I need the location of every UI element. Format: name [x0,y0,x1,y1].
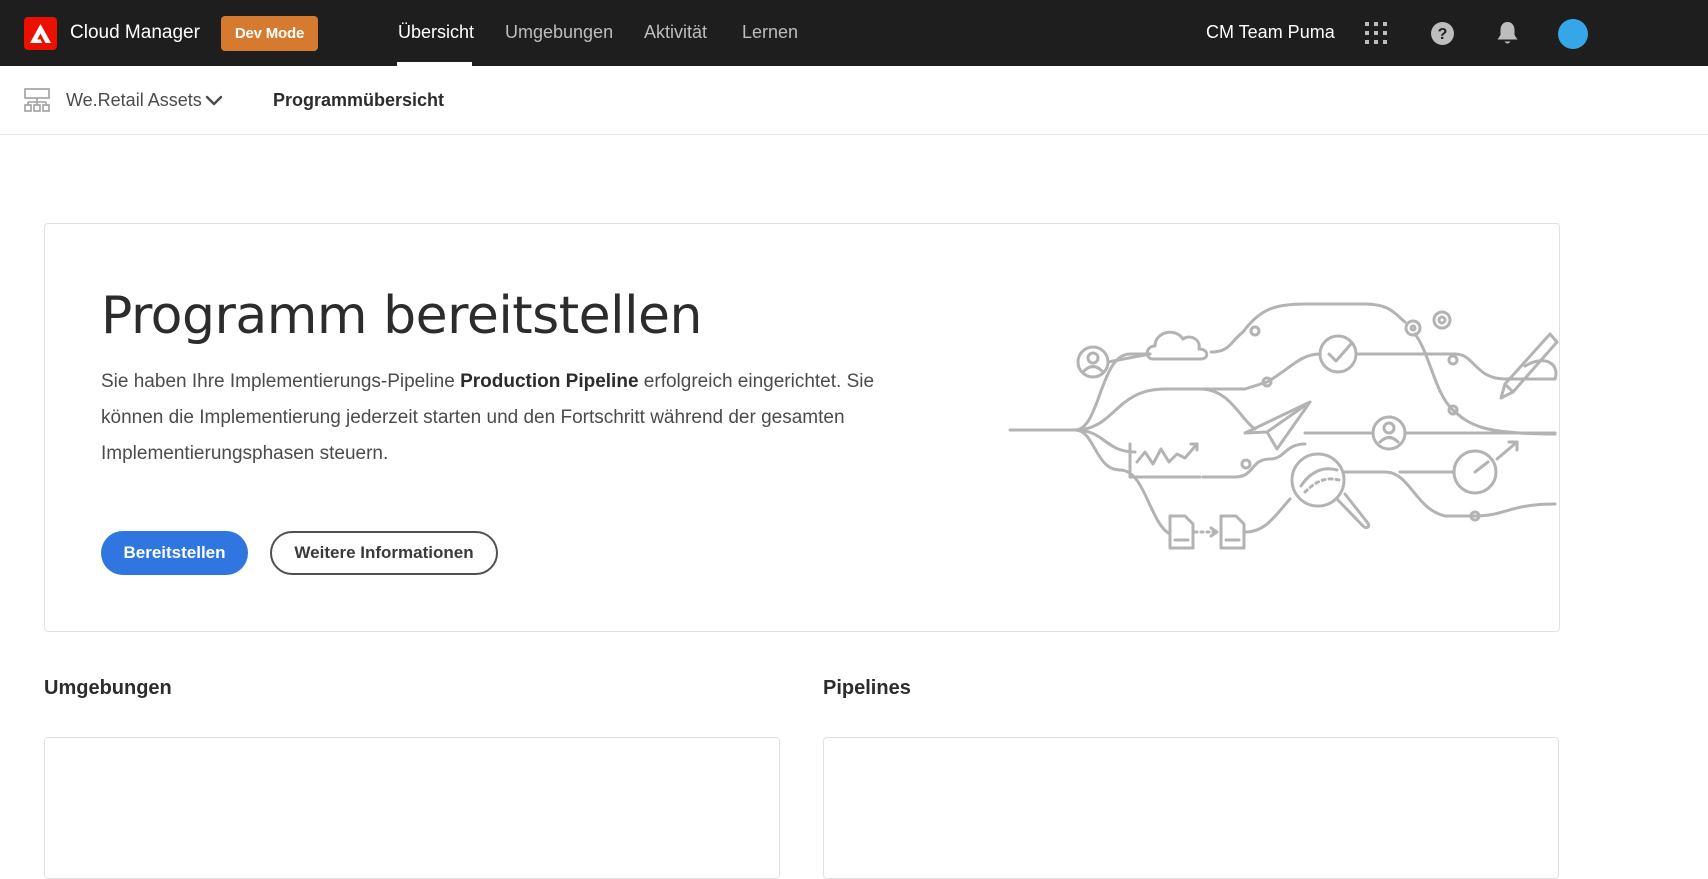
hero-description: Sie haben Ihre Implementierungs-Pipeline… [101,364,931,472]
pipeline-name: Production Pipeline [460,371,639,392]
adobe-logo-icon[interactable] [24,17,57,50]
tab-activity[interactable]: Aktivität [644,22,707,43]
program-sitemap-icon [24,88,50,118]
help-icon[interactable]: ? [1431,22,1454,50]
pipelines-panel [823,737,1559,879]
tab-learn[interactable]: Lernen [742,22,798,43]
learn-more-button[interactable]: Weitere Informationen [270,531,498,575]
pipeline-illustration [1008,302,1559,550]
chevron-down-icon[interactable] [205,94,223,112]
app-name[interactable]: Cloud Manager [70,22,200,44]
hero-title: Programm bereitstellen [101,286,702,346]
tab-overview[interactable]: Übersicht [398,22,474,43]
deploy-button[interactable]: Bereitstellen [101,531,248,575]
environments-panel [44,737,780,879]
top-navigation-bar: Cloud Manager Dev Mode Übersicht Umgebun… [0,0,1708,66]
svg-text:?: ? [1438,26,1448,43]
program-bar: We.Retail Assets Programmübersicht [0,66,1708,135]
user-avatar[interactable] [1558,19,1588,49]
bell-icon[interactable] [1497,22,1518,50]
dev-mode-badge: Dev Mode [221,16,318,51]
tab-environments[interactable]: Umgebungen [505,22,613,43]
hero-text-before: Sie haben Ihre Implementierungs-Pipeline [101,371,461,392]
environments-section-title: Umgebungen [44,677,172,699]
pipelines-section-title: Pipelines [823,677,911,699]
team-switcher[interactable]: CM Team Puma [1206,22,1335,43]
program-selector[interactable]: We.Retail Assets [66,90,202,111]
deploy-program-card: Programm bereitstellen Sie haben Ihre Im… [44,223,1560,632]
apps-grid-icon[interactable] [1365,22,1387,49]
page-title: Programmübersicht [273,90,445,110]
